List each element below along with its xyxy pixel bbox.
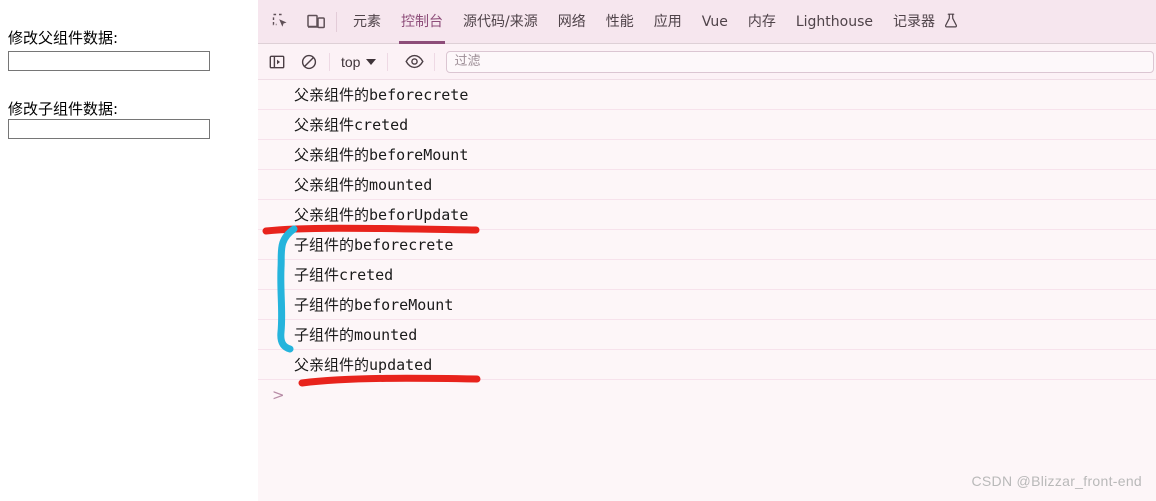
- message-mono: beforecrete: [369, 86, 469, 104]
- console-message-row[interactable]: 父亲组件的updated: [258, 350, 1156, 380]
- message-cjk: 父亲组件的: [294, 356, 370, 374]
- tab-label: 控制台: [401, 13, 443, 30]
- console-toolbar: top: [258, 44, 1156, 80]
- prompt-chevron-icon: >: [272, 385, 285, 404]
- message-cjk: 子组件的: [294, 236, 355, 254]
- message-cjk: 父亲组件的: [294, 86, 370, 104]
- devtools-tabbar: 元素 控制台 源代码/来源 网络 性能 应用 Vue 内存 Lighthouse…: [258, 0, 1156, 44]
- console-prompt-row[interactable]: >: [258, 380, 1156, 410]
- console-message-row[interactable]: 子组件的beforecrete: [258, 230, 1156, 260]
- toolbar-divider: [329, 52, 330, 71]
- tab-label: Lighthouse: [795, 13, 874, 30]
- message-cjk: 父亲组件: [294, 116, 355, 134]
- console-message-row[interactable]: 父亲组件creted: [258, 110, 1156, 140]
- chevron-down-icon: [366, 58, 377, 65]
- device-toolbar-icon[interactable]: [302, 8, 330, 36]
- message-cjk: 父亲组件的: [294, 206, 370, 224]
- clear-console-icon[interactable]: [296, 49, 322, 75]
- execution-context-value: top: [341, 53, 361, 70]
- message-mono: creted: [339, 266, 394, 284]
- parent-data-label: 修改父组件数据:: [8, 29, 119, 47]
- tab-label: 性能: [605, 13, 634, 30]
- console-message-row[interactable]: 子组件creted: [258, 260, 1156, 290]
- tab-elements[interactable]: 元素: [343, 0, 391, 44]
- tab-label: 内存: [747, 13, 776, 30]
- tab-recorder[interactable]: 记录器: [883, 0, 968, 44]
- execution-context-select[interactable]: top: [337, 54, 380, 70]
- tab-label: 记录器: [893, 13, 936, 30]
- message-cjk: 父亲组件的: [294, 176, 370, 194]
- tab-console[interactable]: 控制台: [391, 0, 453, 44]
- console-message-row[interactable]: 子组件的mounted: [258, 320, 1156, 350]
- tab-memory[interactable]: 内存: [738, 0, 786, 44]
- message-mono: mounted: [369, 176, 433, 194]
- tab-sources[interactable]: 源代码/来源: [453, 0, 548, 44]
- message-mono: beforeMount: [354, 296, 454, 314]
- message-cjk: 子组件的: [294, 326, 355, 344]
- child-data-label: 修改子组件数据:: [8, 100, 119, 118]
- message-mono: beforUpdate: [369, 206, 469, 224]
- parent-data-input[interactable]: [8, 51, 210, 71]
- tab-lighthouse[interactable]: Lighthouse: [786, 0, 883, 44]
- devtools-panel: 元素 控制台 源代码/来源 网络 性能 应用 Vue 内存 Lighthouse…: [258, 0, 1156, 501]
- tab-label: 网络: [557, 13, 586, 30]
- console-message-row[interactable]: 子组件的beforeMount: [258, 290, 1156, 320]
- console-filter-input[interactable]: [446, 50, 1154, 73]
- tab-label: Vue: [701, 13, 728, 30]
- tab-vue[interactable]: Vue: [692, 0, 738, 44]
- csdn-watermark: CSDN @Blizzar_front-end: [971, 473, 1142, 489]
- message-mono: beforeMount: [369, 146, 469, 164]
- tabbar-divider: [336, 11, 337, 32]
- message-mono: creted: [354, 116, 409, 134]
- tab-application[interactable]: 应用: [644, 0, 692, 44]
- message-mono: updated: [369, 356, 433, 374]
- message-cjk: 子组件: [294, 266, 340, 284]
- console-message-row[interactable]: 父亲组件的beforeMount: [258, 140, 1156, 170]
- message-mono: mounted: [354, 326, 418, 344]
- console-message-row[interactable]: 父亲组件的beforUpdate: [258, 200, 1156, 230]
- inspect-element-icon[interactable]: [266, 8, 294, 36]
- live-expression-eye-icon[interactable]: [401, 49, 427, 75]
- tab-label: 源代码/来源: [463, 13, 538, 30]
- console-message-list[interactable]: 父亲组件的beforecrete 父亲组件creted 父亲组件的beforeM…: [258, 80, 1156, 501]
- tab-label: 应用: [653, 13, 682, 30]
- tab-performance[interactable]: 性能: [596, 0, 644, 44]
- console-message-row[interactable]: 父亲组件的beforecrete: [258, 80, 1156, 110]
- flask-icon: [944, 2, 958, 46]
- web-page-panel: 修改父组件数据: 修改子组件数据:: [0, 0, 258, 501]
- tab-network[interactable]: 网络: [548, 0, 596, 44]
- console-message-row[interactable]: 父亲组件的mounted: [258, 170, 1156, 200]
- message-cjk: 子组件的: [294, 296, 355, 314]
- show-console-sidebar-icon[interactable]: [264, 49, 290, 75]
- tab-label: 元素: [353, 13, 381, 30]
- toolbar-divider: [387, 52, 389, 71]
- toolbar-divider: [434, 52, 436, 71]
- message-mono: beforecrete: [354, 236, 454, 254]
- message-cjk: 父亲组件的: [294, 146, 370, 164]
- child-data-input[interactable]: [8, 119, 210, 139]
